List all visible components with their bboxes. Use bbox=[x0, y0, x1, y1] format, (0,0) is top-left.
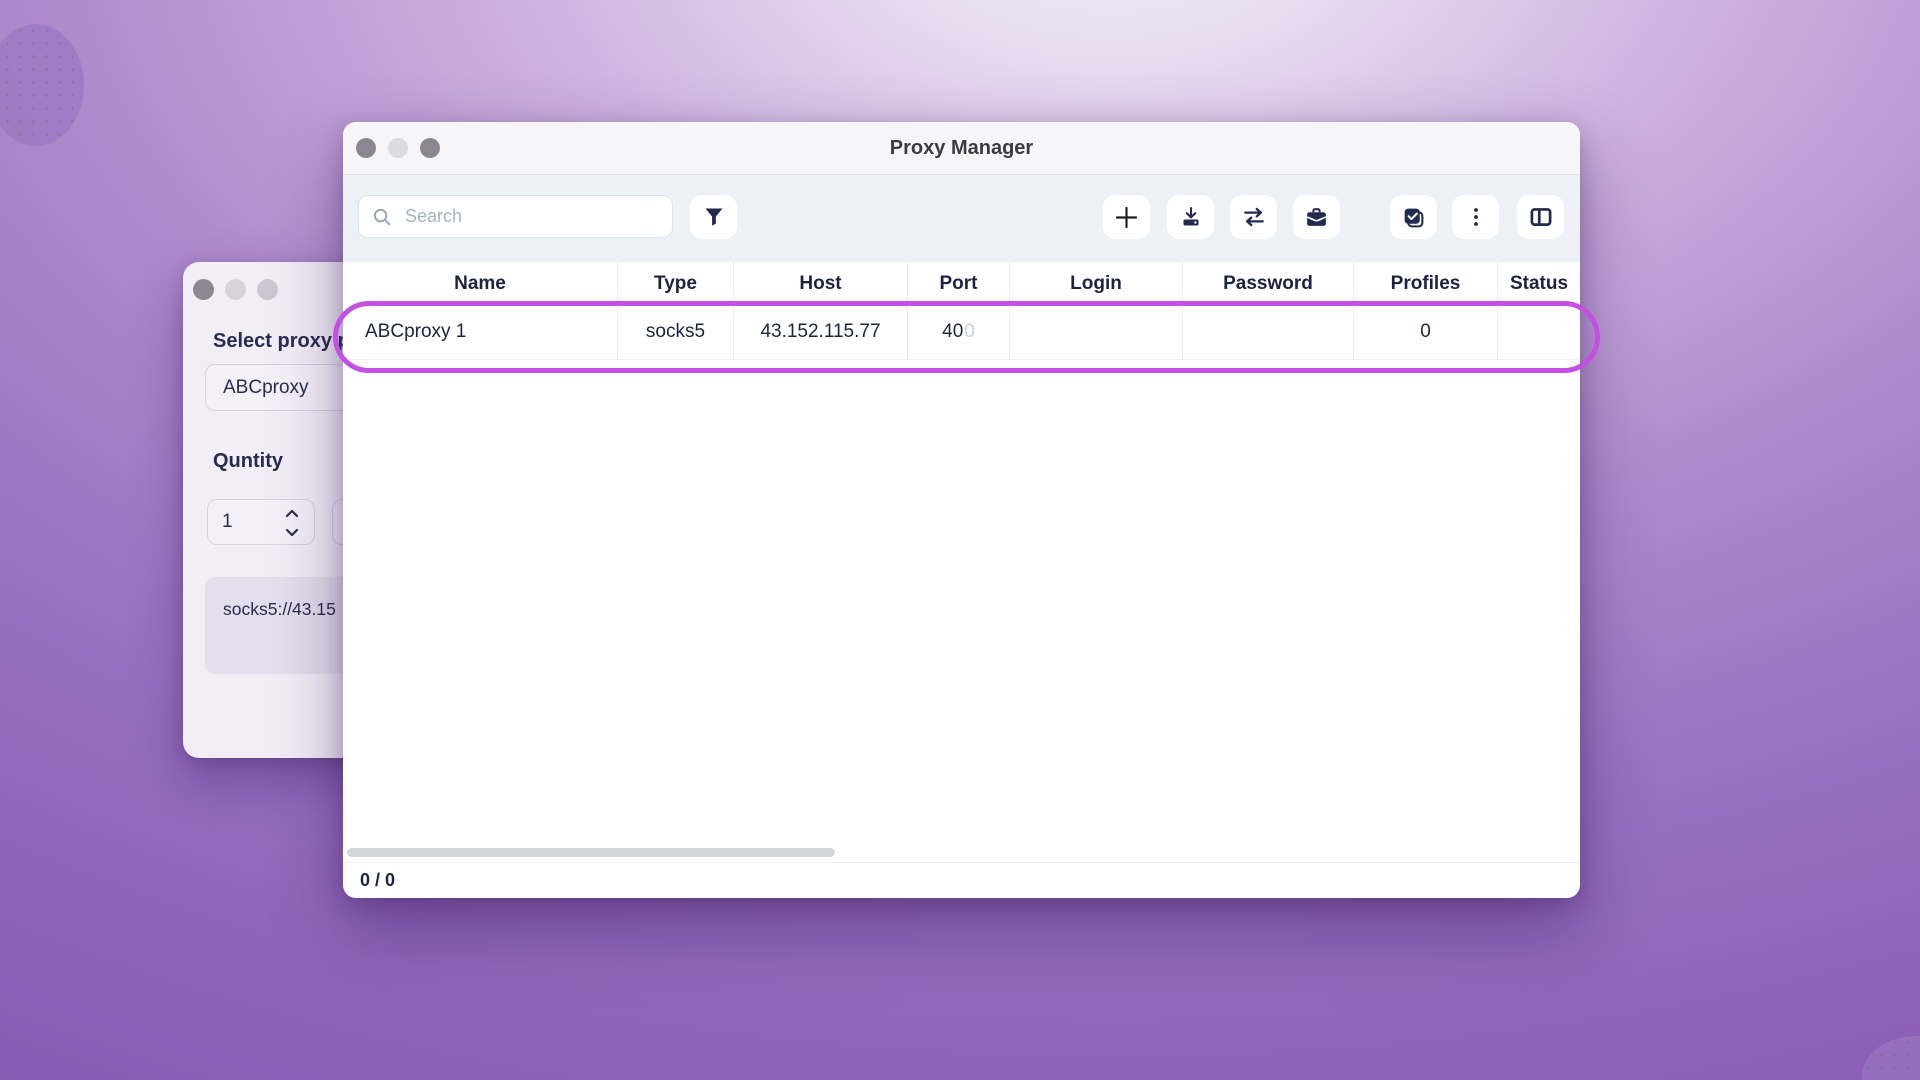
table-header: Name Type Host Port Login Password Profi… bbox=[343, 262, 1580, 305]
toolbar bbox=[343, 175, 1580, 262]
cell-host[interactable]: 43.152.115.77 bbox=[734, 305, 908, 359]
port-truncated-digit: 0 bbox=[964, 321, 975, 343]
chevron-down-icon[interactable] bbox=[282, 523, 302, 543]
quantity-value: 1 bbox=[222, 511, 233, 533]
select-all-button[interactable] bbox=[1390, 195, 1437, 239]
desktop: Select proxy pr ABCproxy Quntity 1 socks… bbox=[0, 0, 1920, 1080]
arrows-left-right-icon bbox=[1241, 204, 1267, 230]
chevron-up-icon[interactable] bbox=[282, 503, 302, 523]
vertical-dots-icon bbox=[1464, 205, 1488, 229]
column-header-profiles[interactable]: Profiles bbox=[1354, 262, 1498, 305]
stepper-arrows[interactable] bbox=[282, 503, 302, 543]
proxy-table: Name Type Host Port Login Password Profi… bbox=[343, 262, 1580, 360]
quantity-label: Quntity bbox=[213, 450, 283, 473]
window-title: Proxy Manager bbox=[343, 122, 1580, 175]
funnel-icon bbox=[702, 205, 726, 229]
table-body: ABCproxy 1 socks5 43.152.115.77 400 0 bbox=[343, 305, 1580, 360]
swap-proxies-button[interactable] bbox=[1230, 195, 1277, 239]
search-box[interactable] bbox=[358, 195, 673, 238]
proxy-provider-value: ABCproxy bbox=[223, 377, 309, 399]
zoom-window-button[interactable] bbox=[257, 279, 278, 300]
plus-icon bbox=[1113, 204, 1140, 231]
cell-port[interactable]: 400 bbox=[908, 305, 1010, 359]
desktop-decor-blob bbox=[0, 24, 84, 146]
column-header-login[interactable]: Login bbox=[1010, 262, 1183, 305]
minimize-window-button[interactable] bbox=[225, 279, 246, 300]
split-panes-icon bbox=[1528, 204, 1554, 230]
search-icon bbox=[371, 206, 393, 228]
cell-login[interactable] bbox=[1010, 305, 1183, 359]
desktop-decor-blob bbox=[1862, 1036, 1920, 1080]
horizontal-scrollbar-thumb[interactable] bbox=[347, 848, 835, 857]
cell-type[interactable]: socks5 bbox=[618, 305, 734, 359]
filter-button[interactable] bbox=[690, 195, 737, 239]
cell-name[interactable]: ABCproxy 1 bbox=[343, 305, 618, 359]
select-proxy-label: Select proxy pr bbox=[213, 330, 358, 353]
download-tray-icon bbox=[1179, 205, 1203, 229]
port-value: 40 bbox=[942, 321, 963, 343]
column-header-port[interactable]: Port bbox=[908, 262, 1010, 305]
column-header-name[interactable]: Name bbox=[343, 262, 618, 305]
checked-box-stack-icon bbox=[1401, 205, 1426, 230]
search-input[interactable] bbox=[405, 206, 660, 227]
table-row[interactable]: ABCproxy 1 socks5 43.152.115.77 400 0 bbox=[343, 305, 1580, 360]
proxy-group-button[interactable] bbox=[1293, 195, 1340, 239]
more-options-button[interactable] bbox=[1452, 195, 1499, 239]
proxy-manager-window: Proxy Manager bbox=[343, 122, 1580, 898]
cell-profiles[interactable]: 0 bbox=[1354, 305, 1498, 359]
selection-count: 0 / 0 bbox=[360, 863, 395, 898]
cell-status[interactable] bbox=[1498, 305, 1580, 359]
column-header-host[interactable]: Host bbox=[734, 262, 908, 305]
quantity-stepper[interactable]: 1 bbox=[207, 499, 315, 545]
add-proxy-button[interactable] bbox=[1103, 195, 1150, 239]
column-header-type[interactable]: Type bbox=[618, 262, 734, 305]
titlebar: Proxy Manager bbox=[343, 122, 1580, 175]
footer-divider bbox=[343, 862, 1580, 863]
import-proxies-button[interactable] bbox=[1167, 195, 1214, 239]
columns-layout-button[interactable] bbox=[1517, 195, 1564, 239]
column-header-password[interactable]: Password bbox=[1183, 262, 1354, 305]
proxy-url-text: socks5://43.15 bbox=[223, 599, 336, 619]
column-header-status[interactable]: Status bbox=[1498, 262, 1580, 305]
close-window-button[interactable] bbox=[193, 279, 214, 300]
briefcase-icon bbox=[1304, 205, 1329, 230]
cell-password[interactable] bbox=[1183, 305, 1354, 359]
